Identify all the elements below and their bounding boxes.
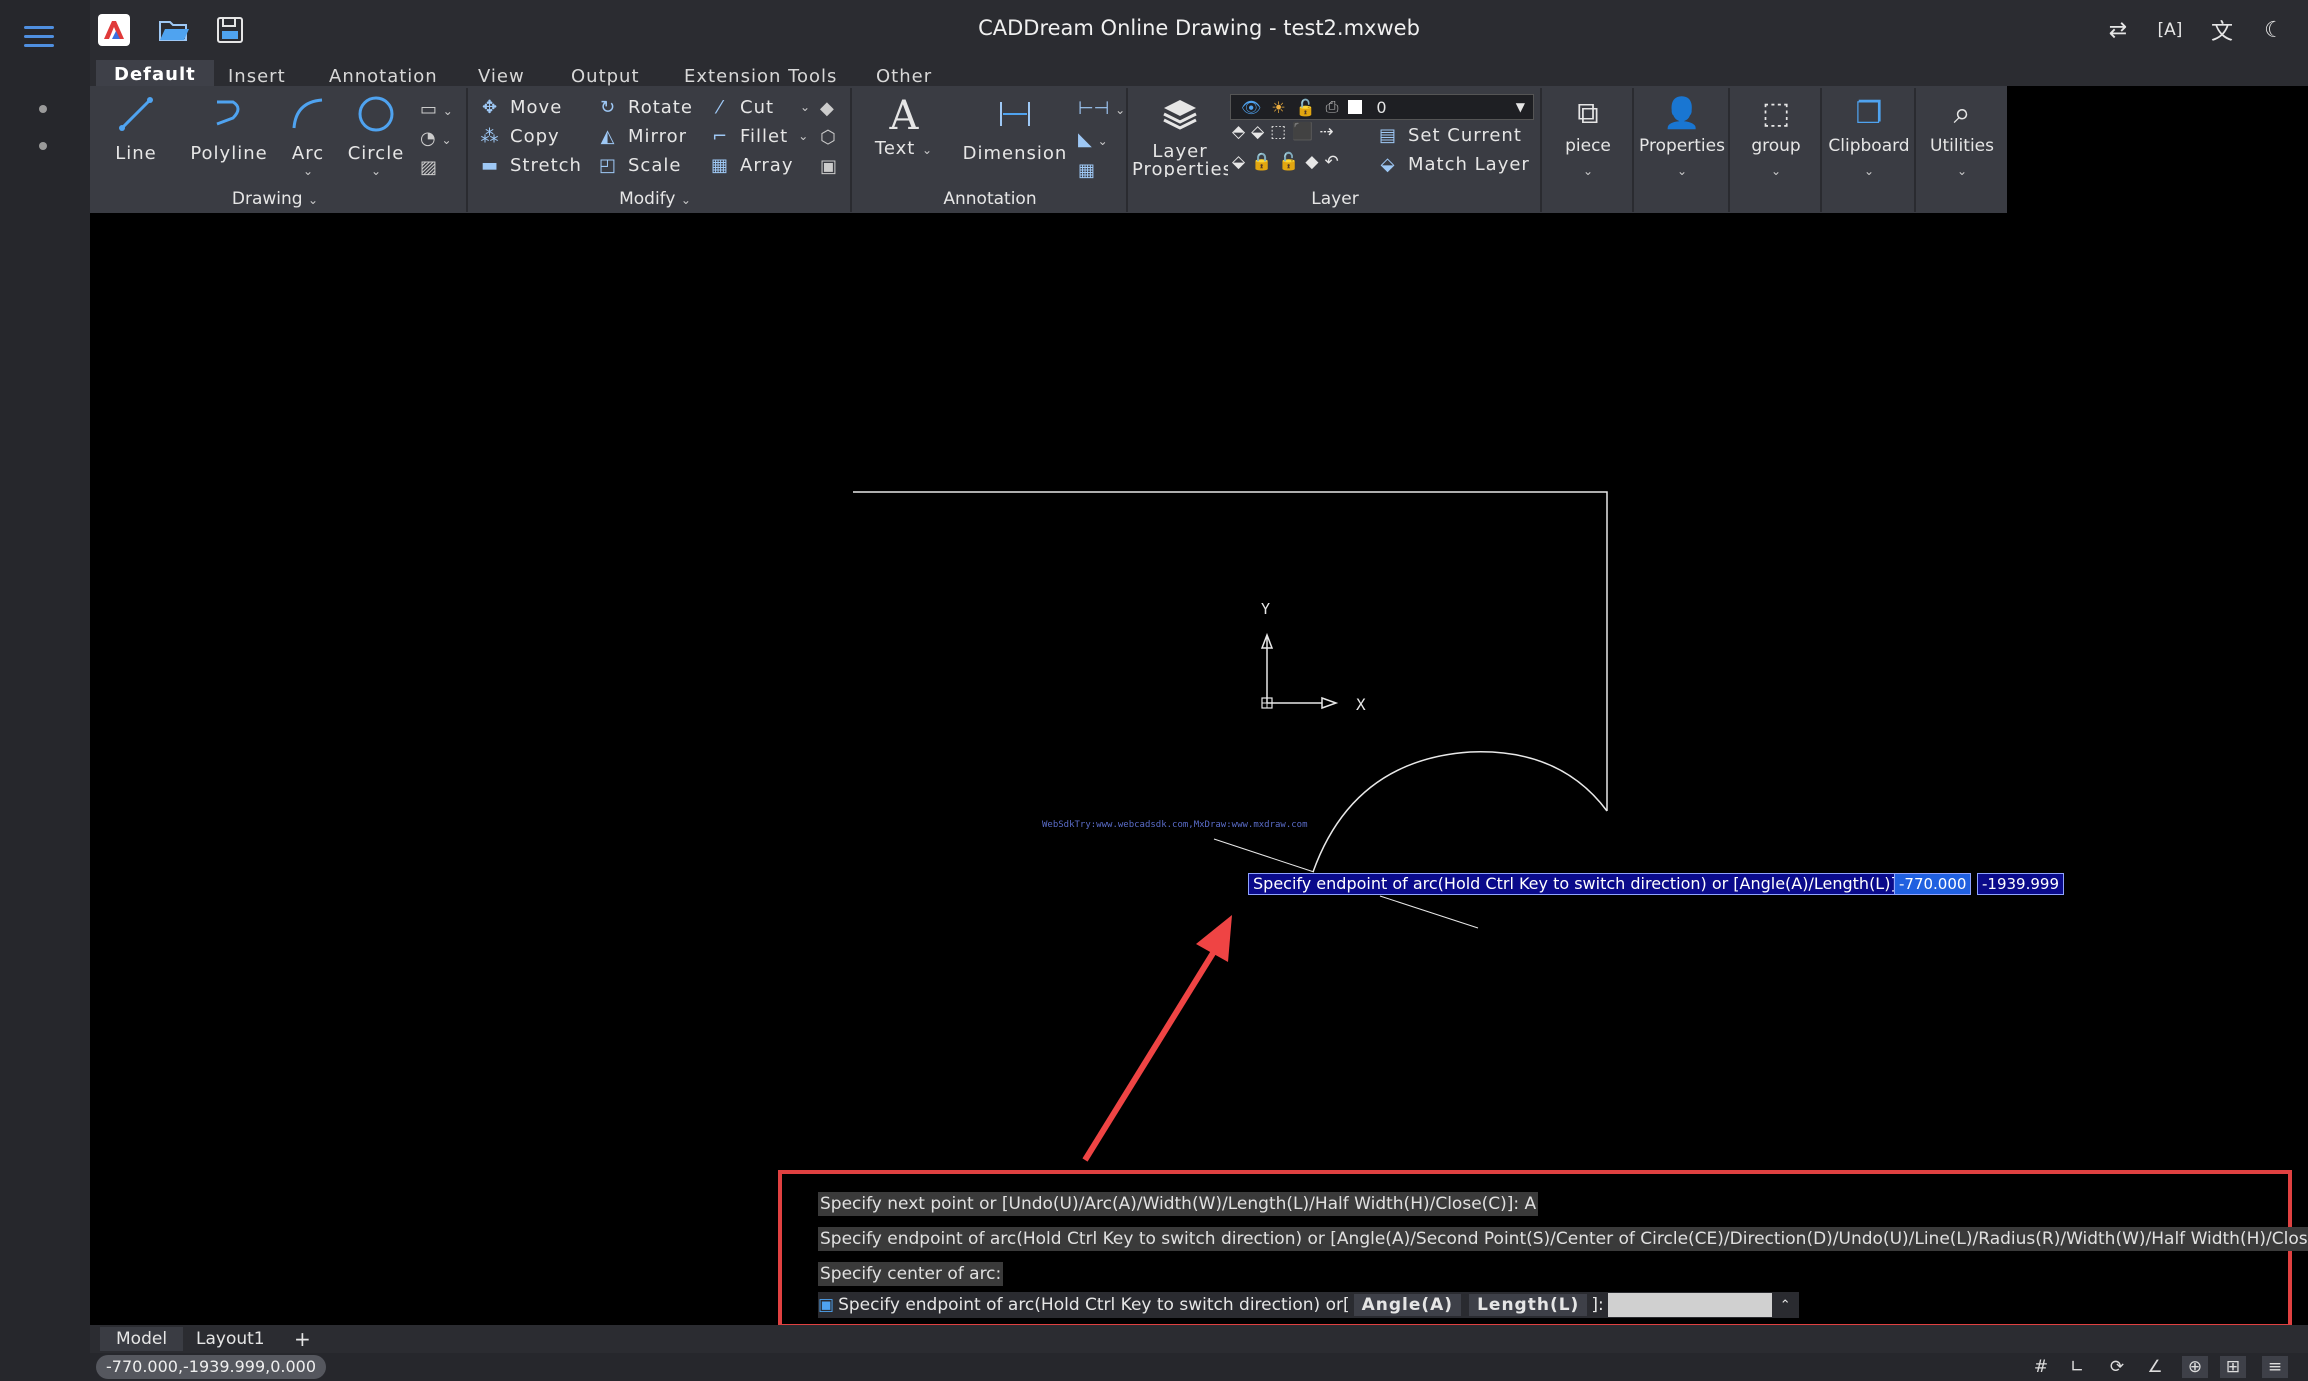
add-layout-button[interactable]: + — [278, 1327, 327, 1351]
tab-model[interactable]: Model — [100, 1327, 184, 1351]
terminal-icon: ▣ — [818, 1295, 835, 1315]
osnap-angle-icon[interactable]: ∠ — [2142, 1356, 2168, 1378]
option-length[interactable]: Length(L) — [1469, 1294, 1588, 1316]
watermark-text: WebSdkTry:www.webcadsdk.com,MxDraw:www.m… — [1042, 820, 1308, 830]
command-history-line: Specify endpoint of arc(Hold Ctrl Key to… — [818, 1227, 2308, 1251]
rubber-band-line — [1213, 838, 1315, 873]
dynamic-input-x[interactable]: -770.000 — [1894, 873, 1972, 895]
command-history-line: Specify center of arc: — [818, 1262, 1004, 1286]
command-history-line: Specify next point or [Undo(U)/Arc(A)/Wi… — [818, 1192, 1539, 1216]
command-line: ▣ Specify endpoint of arc(Hold Ctrl Key … — [818, 1292, 1799, 1318]
ucs-x-label: X — [1356, 695, 1366, 714]
grid-icon[interactable]: # — [2028, 1356, 2054, 1378]
settings-icon[interactable]: ≡ — [2262, 1356, 2288, 1378]
ortho-icon[interactable]: ∟ — [2064, 1356, 2090, 1378]
polar-icon[interactable]: ⟳ — [2104, 1356, 2130, 1378]
drawn-polyline — [853, 491, 1608, 811]
ucs-y-label: Y — [1261, 600, 1270, 618]
drawn-arc — [1312, 751, 1608, 873]
dynamic-prompt: Specify endpoint of arc(Hold Ctrl Key to… — [1248, 873, 1908, 895]
annotation-arrow — [1082, 943, 1221, 1162]
status-bar — [90, 1353, 2308, 1381]
cursor-coordinates: -770.000,-1939.999,0.000 — [96, 1355, 327, 1379]
object-snap-icon[interactable]: ⊕ — [2182, 1356, 2208, 1378]
command-input[interactable] — [1607, 1293, 1772, 1317]
lineweight-icon[interactable]: ⊞ — [2220, 1356, 2246, 1378]
tab-layout1[interactable]: Layout1 — [180, 1327, 281, 1351]
chevron-up-icon[interactable]: ⌃ — [1780, 1298, 1791, 1313]
rubber-band-line — [1379, 895, 1479, 929]
dynamic-input-y[interactable]: -1939.999 — [1977, 873, 2064, 895]
option-angle[interactable]: Angle(A) — [1353, 1294, 1462, 1316]
layout-tabs — [90, 1325, 2308, 1353]
ucs-icon — [1260, 632, 1339, 710]
